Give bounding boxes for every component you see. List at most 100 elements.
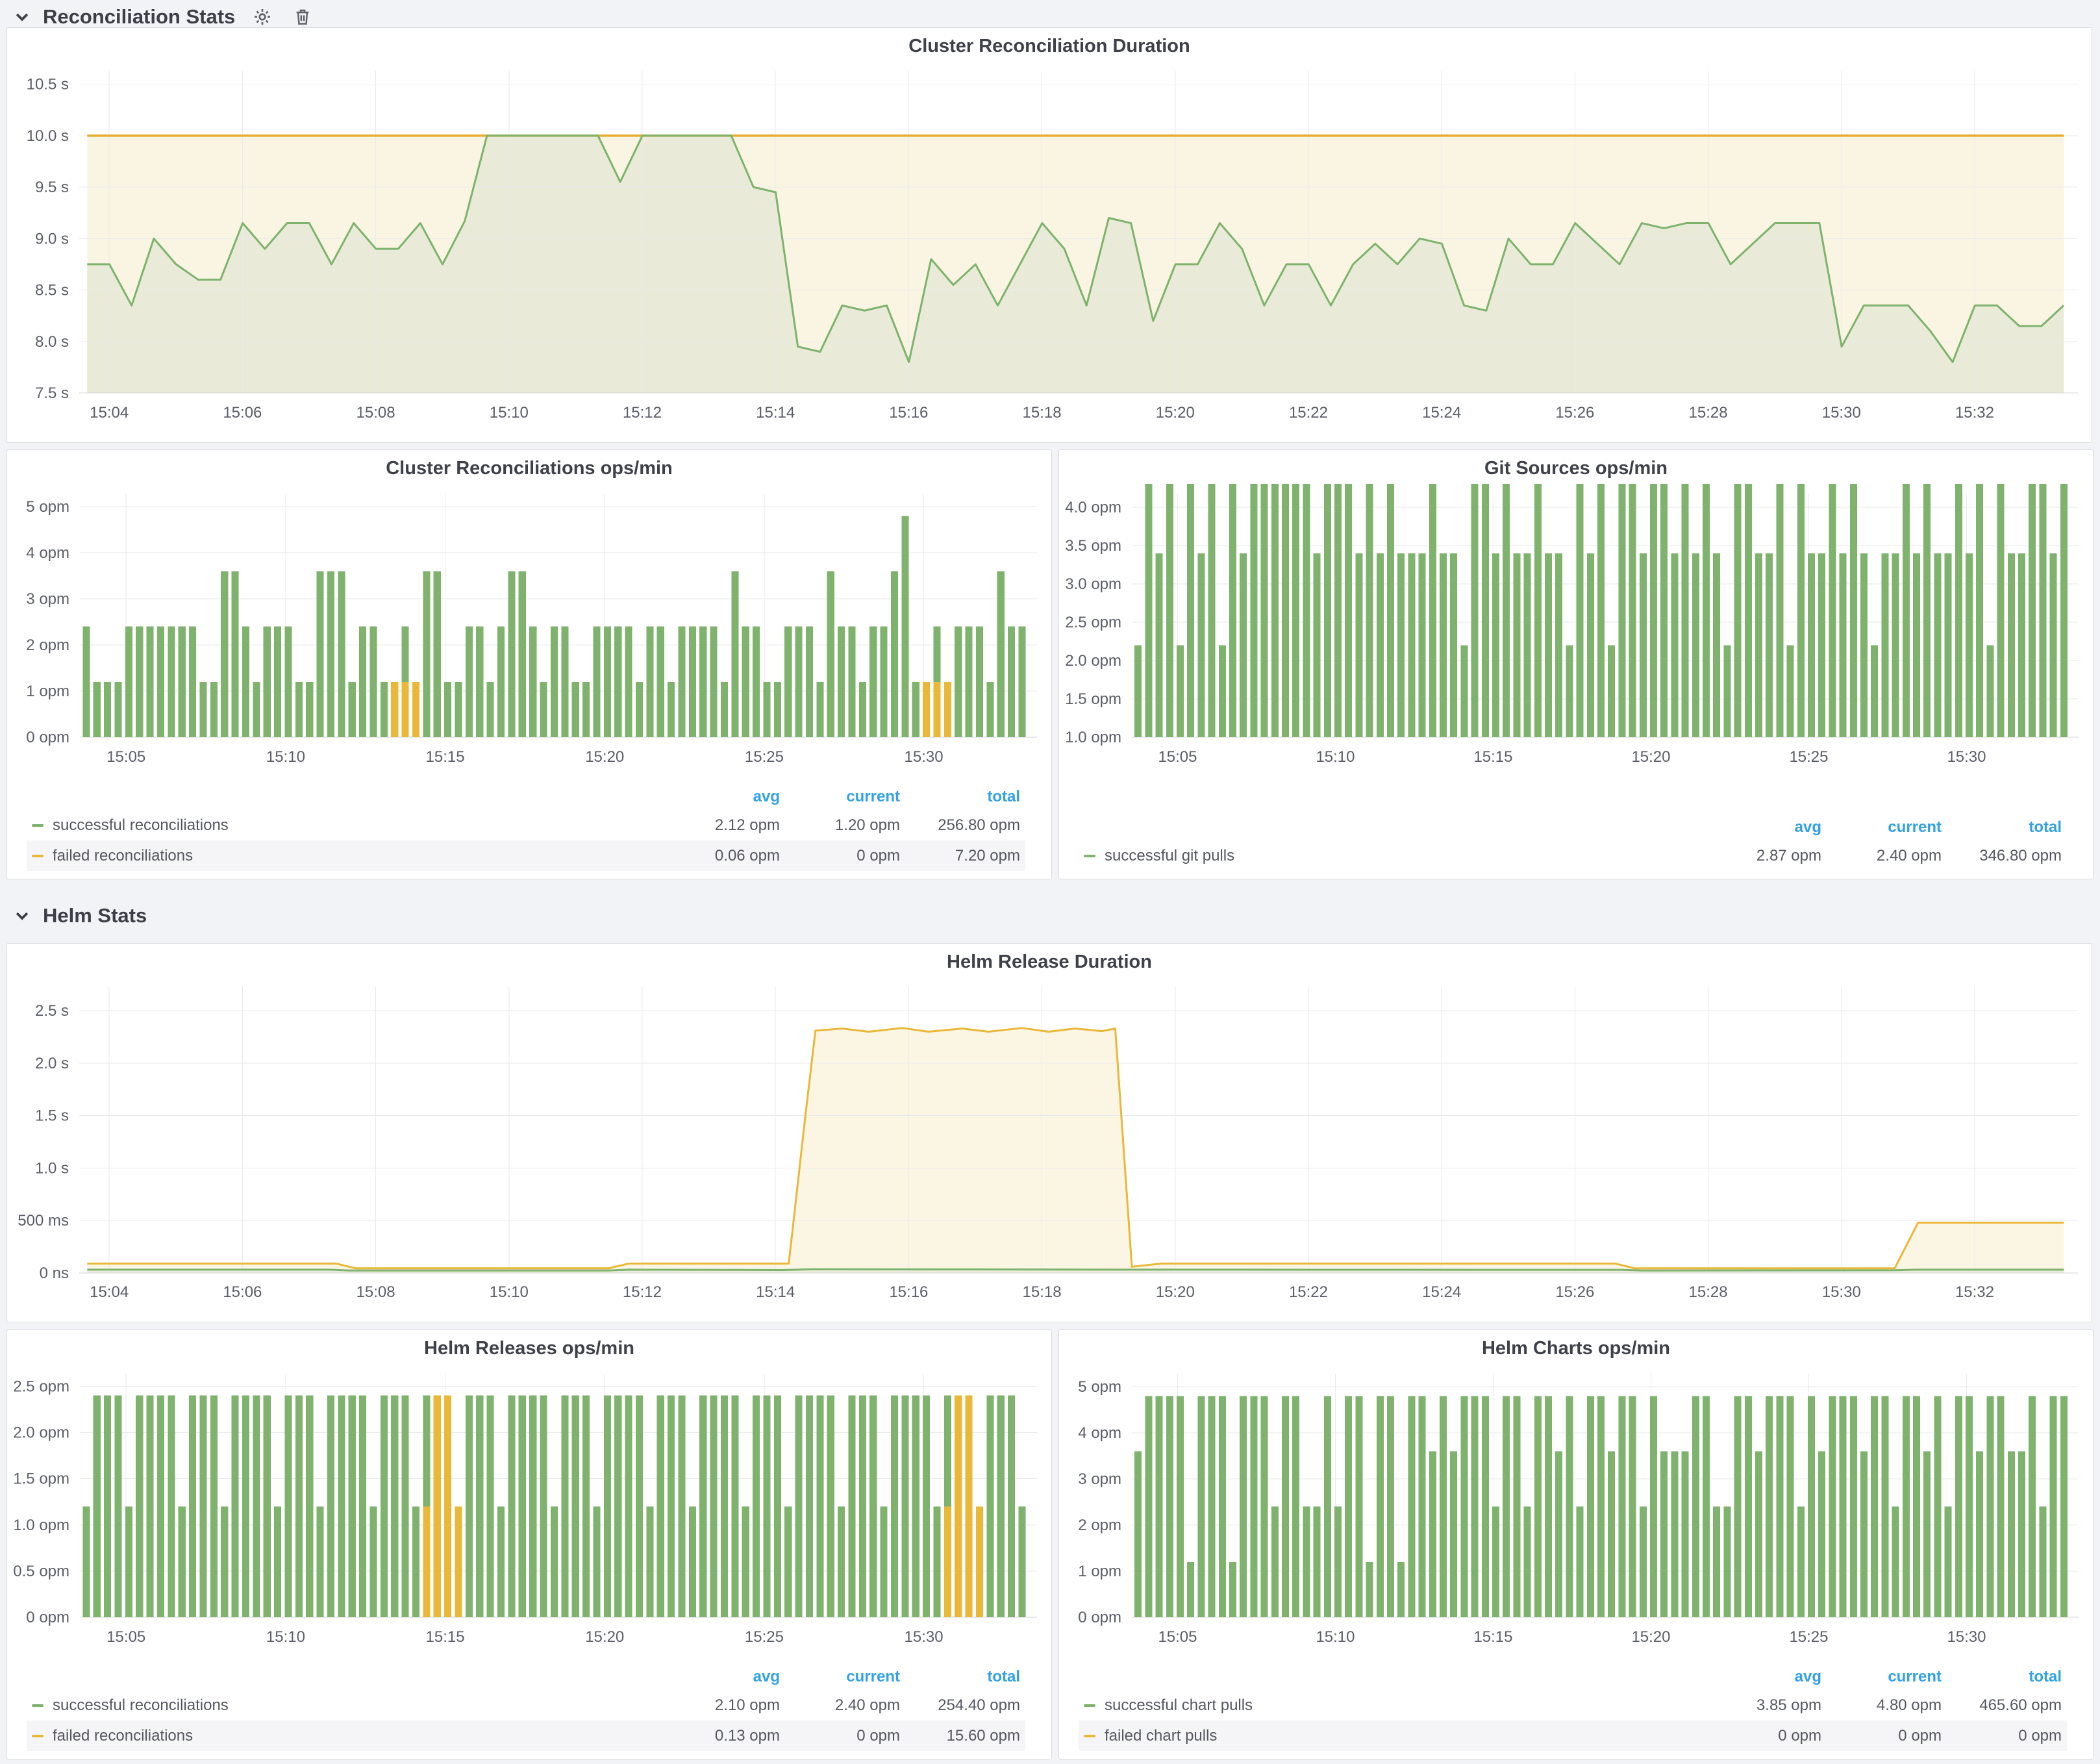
chart-git-sources-opm[interactable]: 1.0 opm1.5 opm2.0 opm2.5 opm3.0 opm3.5 o… (1060, 484, 2092, 780)
legend-sort-avg[interactable]: avg (1701, 818, 1821, 837)
svg-text:15:10: 15:10 (1316, 748, 1355, 766)
legend-sort-avg[interactable]: avg (1701, 1668, 1821, 1686)
gear-icon[interactable] (249, 4, 275, 30)
svg-text:15:05: 15:05 (106, 748, 145, 766)
legend-header: avgcurrenttotal (1079, 814, 2067, 840)
legend-total-value: 0 opm (1942, 1727, 2062, 1745)
chart-helm-releases-opm[interactable]: 0 opm0.5 opm1.0 opm1.5 opm2.0 opm2.5 opm… (8, 1364, 1050, 1660)
svg-text:8.0 s: 8.0 s (35, 333, 69, 351)
svg-text:15:18: 15:18 (1023, 1283, 1062, 1301)
panel-helm-release-duration: Helm Release Duration 0 ns500 ms1.0 s1.5… (6, 943, 2092, 1322)
section-toggle-reconciliation-stats[interactable]: Reconciliation Stats (9, 4, 235, 30)
section-title: Reconciliation Stats (43, 5, 235, 29)
svg-text:15:22: 15:22 (1289, 1283, 1328, 1301)
svg-text:2 opm: 2 opm (26, 636, 69, 654)
svg-text:15:06: 15:06 (223, 1283, 262, 1301)
svg-text:2.5 opm: 2.5 opm (1065, 614, 1121, 631)
chart-helm-release-duration[interactable]: 0 ns500 ms1.0 s1.5 s2.0 s2.5 s15:0415:06… (8, 977, 2091, 1319)
svg-text:15:24: 15:24 (1422, 404, 1461, 422)
svg-text:15:30: 15:30 (1947, 748, 1986, 766)
svg-text:500 ms: 500 ms (18, 1212, 69, 1229)
svg-text:15:30: 15:30 (1822, 1283, 1861, 1301)
legend-row: successful reconciliations2.12 opm1.20 o… (27, 810, 1025, 840)
panel-title-helm-release-duration[interactable]: Helm Release Duration (7, 944, 2092, 977)
panel-cluster-reconciliations-opm: Cluster Reconciliations ops/min 0 opm1 o… (6, 449, 1052, 879)
chevron-down-icon (9, 4, 35, 30)
svg-text:1.0 s: 1.0 s (35, 1159, 69, 1177)
legend-avg-value: 2.12 opm (660, 816, 780, 835)
legend-series-name[interactable]: successful reconciliations (53, 816, 229, 835)
svg-text:15:20: 15:20 (1156, 1283, 1195, 1301)
svg-text:1.0 opm: 1.0 opm (13, 1517, 69, 1534)
svg-text:7.5 s: 7.5 s (35, 384, 69, 402)
panel-cluster-reconciliation-duration: Cluster Reconciliation Duration 7.5 s 8.0… (6, 27, 2092, 443)
legend-sort-total[interactable]: total (900, 1668, 1020, 1686)
svg-text:1 opm: 1 opm (1078, 1563, 1121, 1580)
svg-text:0 ns: 0 ns (40, 1265, 69, 1282)
legend-helm-charts: avgcurrenttotal successful chart pulls 3.8… (1079, 1664, 2067, 1751)
legend-avg-value: 2.87 opm (1701, 847, 1821, 865)
legend-sort-current[interactable]: current (1821, 818, 1942, 837)
section-header-helm-stats: Helm Stats (9, 901, 147, 930)
svg-text:3.5 opm: 3.5 opm (1065, 537, 1121, 555)
panel-title-cluster-reconciliations-opm[interactable]: Cluster Reconciliations ops/min (7, 450, 1051, 484)
svg-text:3 opm: 3 opm (26, 590, 69, 608)
legend-sort-current[interactable]: current (780, 1668, 900, 1686)
svg-text:15:25: 15:25 (1789, 1628, 1828, 1646)
svg-text:15:32: 15:32 (1955, 1283, 1994, 1301)
svg-text:2 opm: 2 opm (1078, 1517, 1121, 1534)
legend-row: successful git pulls2.87 opm2.40 opm346.… (1079, 840, 2067, 871)
chart-helm-charts-opm[interactable]: 0 opm1 opm2 opm3 opm4 opm5 opm15:0515:10… (1060, 1364, 2092, 1660)
svg-text:8.5 s: 8.5 s (35, 282, 69, 299)
legend-series-name[interactable]: successful reconciliations (53, 1696, 229, 1715)
svg-text:15:30: 15:30 (1822, 404, 1861, 422)
svg-text:15:05: 15:05 (1158, 748, 1197, 766)
svg-text:2.0 opm: 2.0 opm (1065, 652, 1121, 670)
legend-sort-current[interactable]: current (1821, 1668, 1942, 1686)
legend-sort-total[interactable]: total (900, 788, 1020, 806)
legend-row: failed chart pulls0 opm0 opm0 opm (1079, 1720, 2067, 1751)
legend-series-name[interactable]: failed chart pulls (1105, 1727, 1217, 1745)
legend-sort-avg[interactable]: avg (660, 1668, 780, 1686)
legend-sort-current[interactable]: current (780, 788, 900, 806)
section-toggle-helm-stats[interactable]: Helm Stats (9, 903, 147, 929)
legend-git-sources: avgcurrenttotal successful git pulls 2.87 … (1079, 814, 2067, 871)
legend-sort-total[interactable]: total (1942, 1668, 2062, 1686)
svg-text:15:08: 15:08 (356, 1283, 395, 1301)
svg-text:15:04: 15:04 (90, 1283, 129, 1301)
svg-text:15:26: 15:26 (1555, 404, 1594, 422)
svg-text:3.0 opm: 3.0 opm (1065, 575, 1121, 593)
chart-cluster-reconciliations-opm[interactable]: 0 opm1 opm2 opm3 opm4 opm5 opm15:0515:10… (8, 484, 1050, 780)
legend-avg-value: 0.13 opm (660, 1727, 780, 1745)
legend-series-color-icon (32, 1735, 44, 1737)
trash-icon[interactable] (290, 4, 316, 30)
legend-header: avgcurrenttotal (27, 784, 1025, 810)
legend-total-value: 346.80 opm (1942, 847, 2062, 865)
legend-row: successful chart pulls3.85 opm4.80 opm46… (1079, 1690, 2067, 1720)
legend-total-value: 256.80 opm (900, 816, 1020, 835)
chart-cluster-reconciliation-duration[interactable]: 7.5 s8.0 s8.5 s9.0 s9.5 s10.0 s10.5 s15:… (8, 62, 2091, 440)
svg-text:15:10: 15:10 (490, 404, 529, 422)
legend-row: successful reconciliations2.10 opm2.40 o… (27, 1690, 1025, 1720)
legend-series-name[interactable]: successful chart pulls (1105, 1696, 1253, 1715)
panel-title-helm-releases-opm[interactable]: Helm Releases ops/min (7, 1330, 1051, 1364)
svg-text:15:22: 15:22 (1289, 404, 1328, 422)
svg-text:1.5 opm: 1.5 opm (13, 1470, 69, 1488)
svg-text:1.5 opm: 1.5 opm (1065, 690, 1121, 708)
svg-text:15:24: 15:24 (1422, 1283, 1461, 1301)
svg-text:15:10: 15:10 (490, 1283, 529, 1301)
svg-text:15:12: 15:12 (623, 404, 662, 422)
svg-text:15:10: 15:10 (266, 1628, 305, 1646)
legend-series-name[interactable]: failed reconciliations (53, 847, 193, 865)
svg-text:15:18: 15:18 (1023, 404, 1062, 422)
svg-text:2.0 opm: 2.0 opm (13, 1424, 69, 1442)
panel-title-helm-charts-opm[interactable]: Helm Charts ops/min (1059, 1330, 2093, 1364)
legend-series-name[interactable]: failed reconciliations (53, 1727, 193, 1745)
legend-sort-avg[interactable]: avg (660, 788, 780, 806)
svg-text:15:28: 15:28 (1689, 1283, 1728, 1301)
panel-title-cluster-reconciliation-duration[interactable]: Cluster Reconciliation Duration (7, 28, 2092, 62)
panel-title-git-sources-opm[interactable]: Git Sources ops/min (1059, 450, 2093, 484)
legend-series-name[interactable]: successful git pulls (1105, 847, 1234, 865)
legend-sort-total[interactable]: total (1942, 818, 2062, 837)
legend-avg-value: 3.85 opm (1701, 1696, 1821, 1715)
